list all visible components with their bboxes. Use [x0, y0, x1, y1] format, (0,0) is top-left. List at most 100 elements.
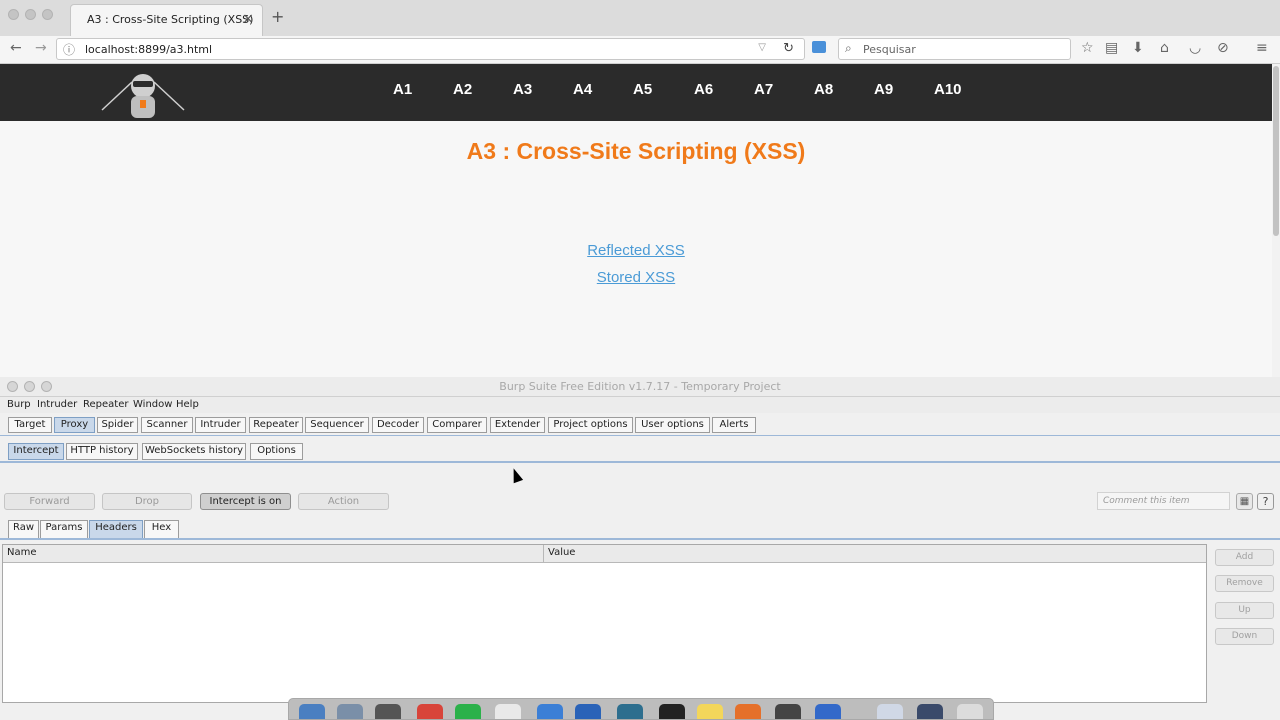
- tab-hex[interactable]: Hex: [144, 520, 179, 538]
- ninja-logo: [101, 74, 185, 118]
- trash-icon[interactable]: [957, 704, 983, 719]
- nav-link-a1[interactable]: A1: [393, 81, 412, 98]
- vscode-icon[interactable]: [575, 704, 601, 719]
- tab-scanner[interactable]: Scanner: [141, 417, 193, 433]
- burp-menu-bar: Burp Intruder Repeater Window Help: [0, 397, 1280, 413]
- browser-toolbar: ← → ⓘ localhost:8899/a3.html ▽ ↻ ⌕ Pesqu…: [0, 36, 1280, 64]
- stored-xss-link[interactable]: Stored XSS: [597, 269, 675, 286]
- launchpad-icon[interactable]: [337, 704, 363, 719]
- url-text: localhost:8899/a3.html: [85, 43, 213, 56]
- forward-button[interactable]: Forward: [4, 493, 95, 510]
- menu-help[interactable]: Help: [176, 399, 199, 410]
- nav-link-a6[interactable]: A6: [694, 81, 713, 98]
- system-preferences-icon[interactable]: [375, 704, 401, 719]
- up-button[interactable]: Up: [1215, 602, 1274, 619]
- tab-proxy[interactable]: Proxy: [54, 417, 95, 433]
- app-icon-blue[interactable]: [537, 704, 563, 719]
- column-name[interactable]: Name: [3, 545, 544, 562]
- nav-link-a3[interactable]: A3: [513, 81, 532, 98]
- menu-intruder[interactable]: Intruder: [37, 399, 77, 410]
- table-header: Name Value: [3, 545, 1206, 563]
- tab-sequencer[interactable]: Sequencer: [305, 417, 369, 433]
- tab-websockets-history[interactable]: WebSockets history: [142, 443, 246, 460]
- nav-link-a10[interactable]: A10: [934, 81, 962, 98]
- tab-headers[interactable]: Headers: [89, 520, 143, 538]
- tab-raw[interactable]: Raw: [8, 520, 39, 538]
- headers-table[interactable]: Name Value: [2, 544, 1207, 703]
- message-view-tabs: Raw Params Headers Hex: [0, 520, 1280, 540]
- addon-icon[interactable]: ⊘: [1217, 40, 1229, 56]
- tab-target[interactable]: Target: [8, 417, 52, 433]
- scrollbar-thumb[interactable]: [1273, 66, 1279, 236]
- back-icon[interactable]: ←: [10, 40, 22, 56]
- tab-intercept[interactable]: Intercept: [8, 443, 64, 460]
- forward-icon[interactable]: →: [35, 40, 47, 56]
- browser-tab[interactable]: A3 : Cross-Site Scripting (XSS) ×: [70, 4, 263, 36]
- add-button[interactable]: Add: [1215, 549, 1274, 566]
- sourcetree-icon[interactable]: [617, 704, 643, 719]
- tab-decoder[interactable]: Decoder: [372, 417, 424, 433]
- help-button[interactable]: ?: [1257, 493, 1274, 510]
- hamburger-menu-icon[interactable]: ≡: [1256, 40, 1268, 56]
- intercept-toggle-button[interactable]: Intercept is on: [200, 493, 291, 510]
- reload-icon[interactable]: ↻: [783, 41, 794, 56]
- column-value[interactable]: Value: [544, 545, 1206, 562]
- close-tab-icon[interactable]: ×: [242, 11, 254, 27]
- tab-options[interactable]: Options: [250, 443, 303, 460]
- extension-icon[interactable]: [812, 41, 826, 53]
- nav-link-a2[interactable]: A2: [453, 81, 472, 98]
- tab-intruder[interactable]: Intruder: [195, 417, 246, 433]
- tab-project-options[interactable]: Project options: [548, 417, 633, 433]
- tab-params[interactable]: Params: [40, 520, 88, 538]
- new-tab-icon[interactable]: +: [271, 7, 284, 26]
- nav-link-a4[interactable]: A4: [573, 81, 592, 98]
- search-bar[interactable]: ⌕ Pesquisar: [838, 38, 1071, 60]
- drop-button[interactable]: Drop: [102, 493, 192, 510]
- proxy-subtabs: Intercept HTTP history WebSockets histor…: [0, 441, 1280, 463]
- url-bar[interactable]: ⓘ localhost:8899/a3.html ▽ ↻: [56, 38, 805, 60]
- url-dropdown-icon[interactable]: ▽: [758, 42, 766, 53]
- menu-window[interactable]: Window: [133, 399, 172, 410]
- action-button[interactable]: Action: [298, 493, 389, 510]
- terminal-icon[interactable]: [659, 704, 685, 719]
- bookmark-star-icon[interactable]: ☆: [1081, 40, 1094, 56]
- info-icon[interactable]: ⓘ: [63, 41, 75, 58]
- spotify-icon[interactable]: [455, 704, 481, 719]
- notes-icon[interactable]: [697, 704, 723, 719]
- nav-link-a7[interactable]: A7: [754, 81, 773, 98]
- folder-icon[interactable]: [917, 704, 943, 719]
- remove-button[interactable]: Remove: [1215, 575, 1274, 592]
- layout-grid-icon[interactable]: ▦: [1236, 493, 1253, 510]
- reading-list-icon[interactable]: ▤: [1105, 40, 1118, 56]
- nav-link-a5[interactable]: A5: [633, 81, 652, 98]
- burp-icon[interactable]: [775, 704, 801, 719]
- tab-alerts[interactable]: Alerts: [712, 417, 756, 433]
- nav-link-a9[interactable]: A9: [874, 81, 893, 98]
- comment-input[interactable]: Comment this item: [1097, 492, 1230, 510]
- page-scrollbar[interactable]: [1272, 64, 1280, 377]
- pocket-icon[interactable]: ◡: [1189, 40, 1201, 56]
- chrome-icon[interactable]: [417, 704, 443, 719]
- calendar-icon[interactable]: [495, 704, 521, 719]
- tab-comparer[interactable]: Comparer: [427, 417, 487, 433]
- tab-extender[interactable]: Extender: [490, 417, 545, 433]
- menu-burp[interactable]: Burp: [7, 399, 31, 410]
- search-placeholder: Pesquisar: [863, 43, 916, 56]
- tab-http-history[interactable]: HTTP history: [66, 443, 138, 460]
- zoom-window-button[interactable]: [42, 9, 53, 20]
- app-icon-dark-blue[interactable]: [815, 704, 841, 719]
- tab-repeater[interactable]: Repeater: [249, 417, 303, 433]
- home-icon[interactable]: ⌂: [1160, 40, 1169, 56]
- reflected-xss-link[interactable]: Reflected XSS: [587, 242, 685, 259]
- tab-user-options[interactable]: User options: [635, 417, 710, 433]
- down-button[interactable]: Down: [1215, 628, 1274, 645]
- menu-repeater[interactable]: Repeater: [83, 399, 128, 410]
- tab-spider[interactable]: Spider: [97, 417, 138, 433]
- nav-link-a8[interactable]: A8: [814, 81, 833, 98]
- close-window-button[interactable]: [8, 9, 19, 20]
- firefox-icon[interactable]: [735, 704, 761, 719]
- preview-icon[interactable]: [877, 704, 903, 719]
- finder-icon[interactable]: [299, 704, 325, 719]
- downloads-icon[interactable]: ⬇: [1132, 40, 1144, 56]
- minimize-window-button[interactable]: [25, 9, 36, 20]
